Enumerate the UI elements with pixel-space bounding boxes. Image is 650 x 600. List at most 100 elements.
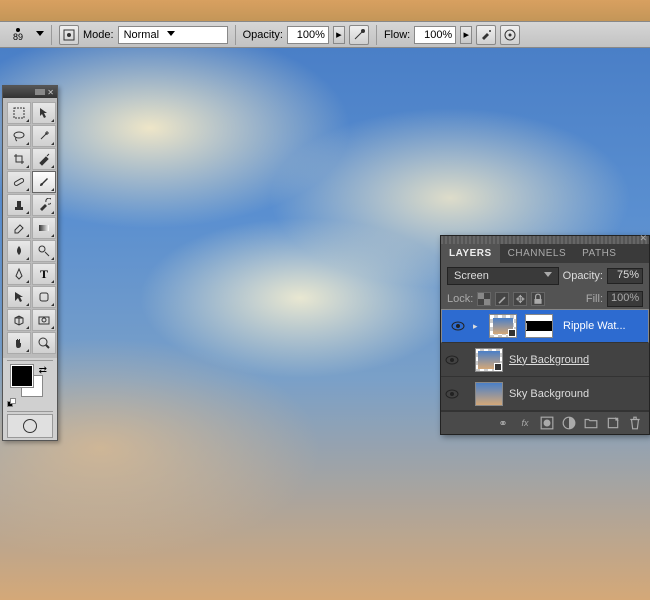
quick-mask-toggle[interactable] [7, 414, 53, 438]
shape-icon [37, 290, 51, 304]
pen-icon [12, 267, 26, 281]
marquee-icon [12, 106, 26, 120]
tab-paths[interactable]: PATHS [574, 244, 624, 263]
layer-name[interactable]: Ripple Wat... [559, 320, 643, 332]
tools-grid: T [3, 98, 57, 358]
opacity-label: Opacity: [243, 29, 283, 41]
close-icon[interactable]: ✕ [47, 88, 54, 97]
lock-pixels[interactable] [495, 292, 509, 306]
foreground-color-swatch[interactable] [11, 365, 33, 387]
layer-mask-thumbnail[interactable] [525, 314, 553, 338]
separator [235, 25, 236, 45]
clone-stamp-tool[interactable] [7, 194, 31, 216]
layer-name[interactable]: Sky Background [505, 354, 649, 366]
group-button[interactable] [583, 416, 599, 430]
blend-row: Screen Opacity: 75% [441, 263, 649, 289]
eraser-tool[interactable] [7, 217, 31, 239]
crop-icon [12, 152, 26, 166]
type-tool[interactable]: T [32, 263, 56, 285]
folder-icon [584, 416, 598, 430]
adjustment-layer-button[interactable] [561, 416, 577, 430]
tab-layers[interactable]: LAYERS [441, 244, 500, 263]
camera-tool[interactable] [32, 309, 56, 331]
visibility-toggle[interactable] [447, 319, 469, 333]
new-layer-button[interactable] [605, 416, 621, 430]
add-mask-button[interactable] [539, 416, 555, 430]
target-icon [503, 28, 517, 42]
brush-panel-toggle[interactable] [59, 25, 79, 45]
visibility-toggle[interactable] [441, 387, 463, 401]
move-icon [37, 106, 51, 120]
opacity-stepper[interactable]: ▸ [333, 26, 345, 44]
delete-layer-button[interactable] [627, 416, 643, 430]
separator [376, 25, 377, 45]
lasso-tool[interactable] [7, 125, 31, 147]
layer-thumbnail[interactable] [475, 382, 503, 406]
marquee-tool[interactable] [7, 102, 31, 124]
path-selection-tool[interactable] [7, 286, 31, 308]
crop-tool[interactable] [7, 148, 31, 170]
history-brush-tool[interactable] [32, 194, 56, 216]
3d-tool[interactable] [7, 309, 31, 331]
layer-row[interactable]: Sky Background [441, 377, 649, 411]
dodge-tool[interactable] [32, 240, 56, 262]
move-tool[interactable] [32, 102, 56, 124]
pen-tool[interactable] [7, 263, 31, 285]
quick-mask-icon [23, 419, 37, 433]
gradient-tool[interactable] [32, 217, 56, 239]
zoom-tool[interactable] [32, 332, 56, 354]
layers-panel-header[interactable]: ✕ [441, 236, 649, 244]
swap-colors-icon[interactable]: ⇄ [39, 365, 47, 376]
chevron-down-icon [544, 272, 552, 280]
default-colors-icon[interactable] [7, 401, 16, 407]
adjustment-icon [562, 416, 576, 430]
brush-picker-dropdown[interactable] [36, 31, 44, 39]
blend-mode-select[interactable]: Screen [447, 267, 559, 285]
brush-tool[interactable] [32, 171, 56, 193]
bandaid-icon [12, 175, 26, 189]
link-layers-button[interactable]: ⚭ [495, 416, 511, 430]
new-icon [606, 416, 620, 430]
brush-size-value: 89 [13, 32, 23, 42]
layer-row[interactable]: ▸ Ripple Wat... [441, 309, 649, 343]
lock-position[interactable]: ✥ [513, 292, 527, 306]
dodge-icon [37, 244, 51, 258]
eye-icon [451, 319, 465, 333]
lock-row: Lock: ✥ Fill: 100% [441, 289, 649, 309]
shape-tool[interactable] [32, 286, 56, 308]
opacity-input[interactable]: 100% [287, 26, 329, 44]
tools-panel-header[interactable]: ✕ [3, 86, 57, 98]
eraser-icon [12, 221, 26, 235]
layer-row[interactable]: Sky Background [441, 343, 649, 377]
healing-brush-tool[interactable] [7, 171, 31, 193]
flow-stepper[interactable]: ▸ [460, 26, 472, 44]
magic-wand-tool[interactable] [32, 125, 56, 147]
layer-fx-button[interactable]: fx [517, 416, 533, 430]
lock-transparency[interactable] [477, 292, 491, 306]
opacity-label: Opacity: [563, 270, 603, 282]
layer-thumbnail[interactable] [475, 348, 503, 372]
layer-fill-input[interactable]: 100% [607, 291, 643, 307]
options-bar: 89 Mode: Normal Opacity: 100% ▸ Flow: 10… [0, 22, 650, 48]
blend-mode-select[interactable]: Normal [118, 26, 228, 44]
mask-icon [540, 416, 554, 430]
hand-tool[interactable] [7, 332, 31, 354]
eyedropper-tool[interactable] [32, 148, 56, 170]
tablet-pressure-size[interactable] [500, 25, 520, 45]
flow-input[interactable]: 100% [414, 26, 456, 44]
filter-expand[interactable]: ▸ [473, 321, 483, 332]
gradient-icon [37, 221, 51, 235]
tab-channels[interactable]: CHANNELS [500, 244, 574, 263]
layer-name[interactable]: Sky Background [505, 388, 649, 400]
blur-tool[interactable] [7, 240, 31, 262]
close-icon[interactable]: ✕ [639, 233, 647, 244]
visibility-toggle[interactable] [441, 353, 463, 367]
layer-thumbnail[interactable] [489, 314, 517, 338]
brush-preview[interactable]: 89 [4, 24, 32, 46]
layer-opacity-input[interactable]: 75% [607, 268, 643, 284]
airbrush-toggle[interactable] [476, 25, 496, 45]
separator [7, 360, 53, 361]
tablet-pressure-opacity[interactable] [349, 25, 369, 45]
lock-all[interactable] [531, 292, 545, 306]
menu-bar [0, 0, 650, 22]
